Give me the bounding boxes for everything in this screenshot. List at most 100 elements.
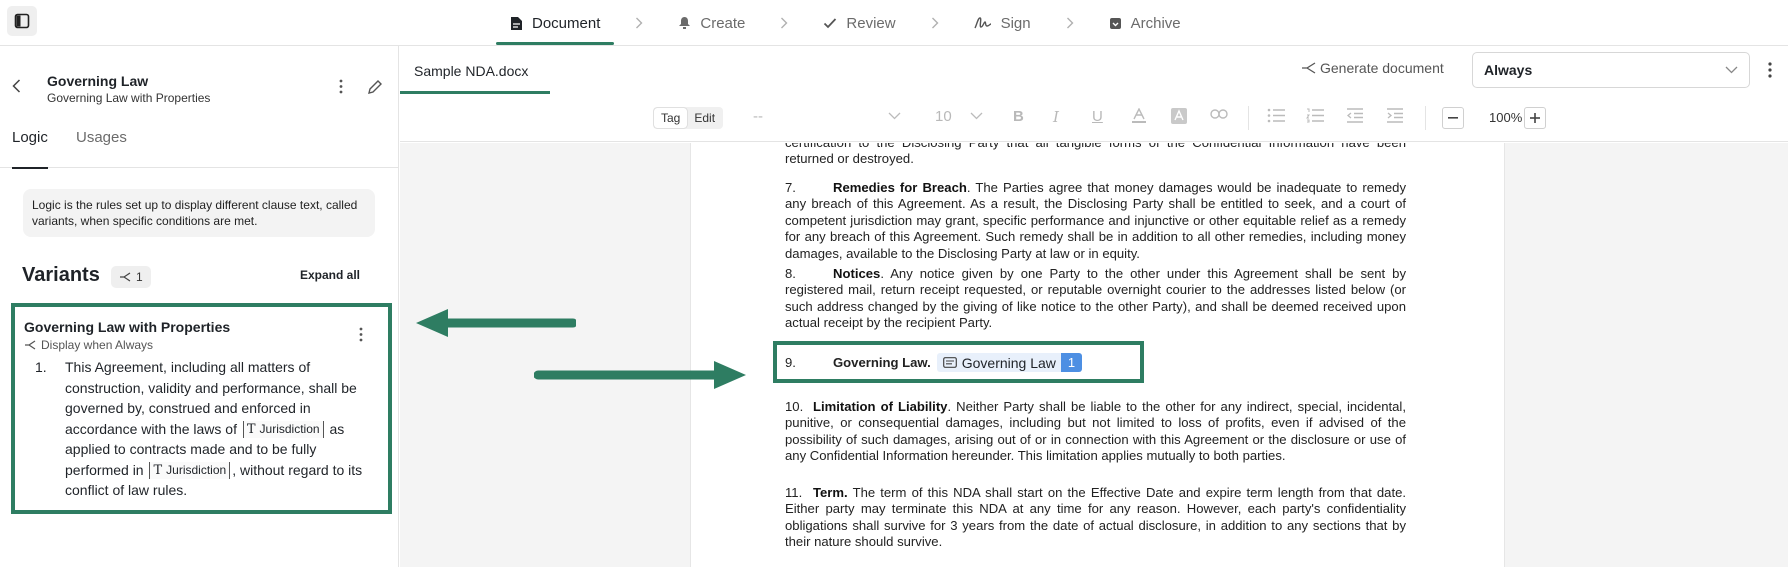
chevron-right-icon <box>931 17 939 29</box>
step-review[interactable]: Review <box>809 0 909 46</box>
variant-title: Governing Law with Properties <box>24 319 231 335</box>
chevron-down-icon <box>1725 66 1738 74</box>
back-button[interactable] <box>12 79 21 93</box>
check-icon <box>824 18 837 29</box>
archive-icon <box>1109 17 1121 29</box>
zoom-level: 100% <box>1489 110 1523 125</box>
bold-icon[interactable]: B <box>1013 108 1024 125</box>
chevron-right-icon <box>781 17 788 29</box>
variant-body: 1. This Agreement, including all matters… <box>35 357 377 501</box>
paragraph-heading: Remedies for Breach <box>833 180 967 195</box>
step-label: Create <box>700 14 746 32</box>
minus-icon <box>1448 117 1458 119</box>
clause-icon <box>942 357 957 368</box>
expand-all-button[interactable]: Expand all <box>300 268 360 282</box>
variant-count-badge: 1 <box>111 266 151 288</box>
underline-icon[interactable]: U <box>1092 108 1103 125</box>
governing-law-clause-chip[interactable]: Governing Law 1 <box>936 353 1083 372</box>
highlight-icon[interactable] <box>1171 108 1187 124</box>
step-create[interactable]: Create <box>664 0 759 46</box>
right-arrow-annotation <box>534 361 746 389</box>
condition-select-value: Always <box>1484 62 1533 78</box>
step-label: Archive <box>1130 14 1181 32</box>
paragraph-8: 8. Notices. Any notice given by one Party… <box>785 266 1406 332</box>
numbered-list-icon[interactable] <box>1306 108 1324 123</box>
font-family-select[interactable]: -- <box>753 108 763 125</box>
paragraph-heading: Limitation of Liability <box>813 399 948 414</box>
edit-clause-button[interactable] <box>367 79 383 95</box>
paragraph-number: 10. <box>785 399 804 414</box>
step-label: Sign <box>1000 14 1031 32</box>
signature-icon <box>973 17 991 29</box>
workflow-steps: Document Create Review Sign Archive <box>496 0 1195 46</box>
paragraph-heading: Notices <box>833 266 881 281</box>
chevron-down-icon <box>888 112 901 120</box>
generate-label: Generate document <box>1320 60 1444 76</box>
tab-usages[interactable]: Usages <box>76 128 127 168</box>
variant-card[interactable]: Governing Law with Properties Display wh… <box>11 303 392 514</box>
indent-icon[interactable] <box>1386 108 1404 123</box>
outdent-icon[interactable] <box>1346 108 1364 123</box>
variant-condition-text: Display when Always <box>41 338 154 352</box>
paragraph-9: 9. Governing Law. Governing Law 1 <box>785 353 1083 372</box>
paragraph-10: 10. Limitation of Liability. Neither Part… <box>785 399 1406 465</box>
paragraph-text: The term of this NDA shall start on the … <box>785 485 1406 550</box>
variant-condition: Display when Always <box>24 338 153 352</box>
tag-mode-button[interactable]: Tag <box>654 108 688 128</box>
paragraph-number: 9. <box>785 355 796 370</box>
text-color-icon[interactable] <box>1131 108 1147 124</box>
link-icon[interactable] <box>1210 108 1228 120</box>
sidebar-icon <box>14 13 30 29</box>
paragraph-11: 11. Term. The term of this NDA shall star… <box>785 485 1406 551</box>
bullet-list-icon[interactable] <box>1267 108 1285 123</box>
document-canvas: certification to the Disclosing Party th… <box>400 143 1788 567</box>
variants-heading: Variants <box>22 264 100 286</box>
paragraph-number: 8. <box>785 266 796 281</box>
step-document[interactable]: Document <box>496 0 615 46</box>
font-family-dropdown[interactable] <box>888 112 901 120</box>
variant-list-number: 1. <box>35 359 47 375</box>
paragraph-7: 7. Remedies for Breach. The Parties agree… <box>785 180 1406 262</box>
document-menu-button[interactable] <box>1768 62 1772 78</box>
italic-icon[interactable]: I <box>1053 108 1059 126</box>
variant-menu-button[interactable] <box>359 327 363 342</box>
step-sign[interactable]: Sign <box>960 0 1045 46</box>
panel-tabs: Logic Usages <box>0 128 399 169</box>
branch-icon <box>1302 62 1316 74</box>
font-size-dropdown[interactable] <box>970 112 983 120</box>
step-label: Review <box>846 14 896 32</box>
pencil-icon <box>368 80 382 94</box>
left-arrow-annotation <box>416 309 576 337</box>
generate-document-button[interactable]: Generate document <box>1301 60 1444 76</box>
clause-chip-label: Governing Law <box>961 354 1056 371</box>
paragraph-number: 7. <box>785 180 796 195</box>
toolbar-divider <box>1248 106 1249 130</box>
logic-info-box: Logic is the rules set up to display dif… <box>23 189 375 237</box>
chevron-right-icon <box>1066 17 1074 29</box>
document-icon <box>511 16 522 30</box>
plus-icon <box>1530 113 1540 123</box>
font-size-select[interactable]: 10 <box>935 108 952 125</box>
document-page: certification to the Disclosing Party th… <box>690 143 1505 567</box>
zoom-out-button[interactable] <box>1442 107 1464 129</box>
jurisdiction-token[interactable]: T Jurisdiction <box>242 420 324 438</box>
condition-select[interactable]: Always <box>1472 52 1750 88</box>
branch-icon <box>120 272 131 282</box>
variant-count-value: 1 <box>136 270 143 284</box>
edit-mode-button[interactable]: Edit <box>687 108 722 128</box>
tab-logic[interactable]: Logic <box>12 128 48 169</box>
clause-title: Governing Law <box>47 73 149 89</box>
paragraph-6-tail: certification to the Disclosing Party th… <box>785 143 1406 167</box>
sidebar-toggle-button[interactable] <box>7 6 37 36</box>
document-tab[interactable]: Sample NDA.docx <box>414 46 528 94</box>
jurisdiction-token[interactable]: T Jurisdiction <box>149 461 231 479</box>
bell-icon <box>679 17 691 29</box>
toolbar-divider <box>1425 106 1426 130</box>
paragraph-number: 11. <box>785 485 803 500</box>
zoom-in-button[interactable] <box>1524 107 1546 129</box>
kebab-icon <box>1768 62 1772 78</box>
step-archive[interactable]: Archive <box>1095 0 1195 46</box>
branch-icon <box>25 340 36 350</box>
clause-menu-button[interactable] <box>339 79 343 94</box>
paragraph-heading: Term. <box>813 485 848 500</box>
